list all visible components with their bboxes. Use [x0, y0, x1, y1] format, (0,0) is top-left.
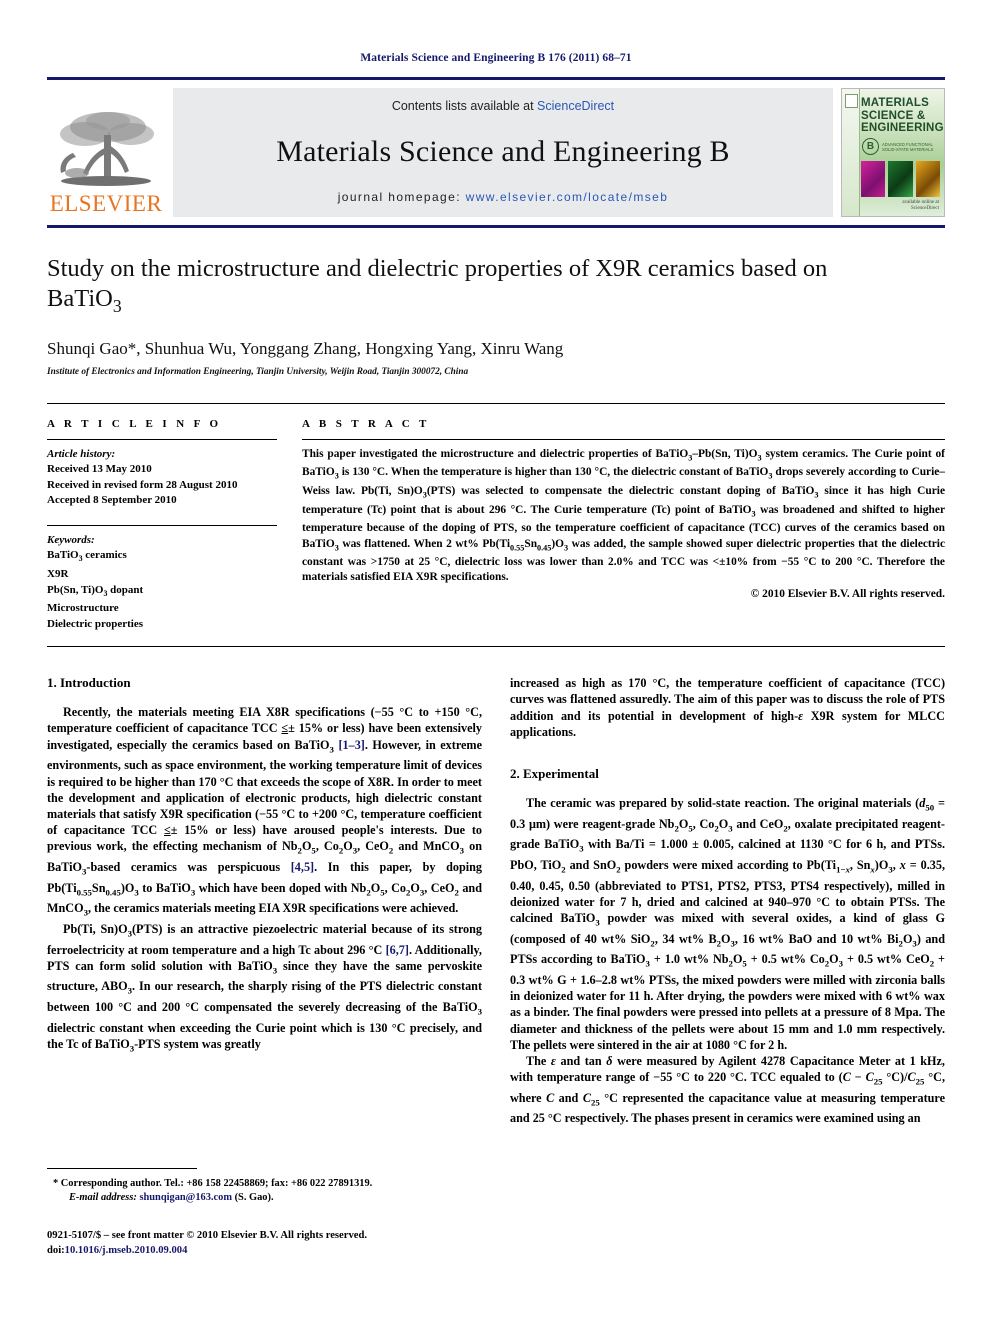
abstract-rule: [302, 438, 945, 440]
intro-paragraph-2: Pb(Ti, Sn)O3(PTS) is an attractive piezo…: [47, 921, 483, 1054]
elsevier-tree-icon: [60, 112, 154, 186]
article-title-line2: BaTiO: [47, 285, 113, 312]
contents-prefix: Contents lists available at: [391, 99, 538, 113]
journal-band: Contents lists available at ScienceDirec…: [173, 88, 833, 217]
abstract-column: A B S T R A C T This paper investigated …: [302, 418, 945, 632]
experimental-paragraph-2: The ε and tan δ were measured by Agilent…: [510, 1053, 946, 1126]
title-block: Study on the microstructure and dielectr…: [47, 228, 945, 377]
sciencedirect-link[interactable]: ScienceDirect: [537, 99, 614, 113]
experimental-paragraph-1: The ceramic was prepared by solid-state …: [510, 796, 946, 1052]
cover-series-subtitle: ADVANCED FUNCTIONAL SOLID-STATE MATERIAL…: [882, 142, 933, 152]
imprint-line: 0921-5107/$ – see front matter © 2010 El…: [47, 1230, 367, 1241]
keyword-item: X9R: [47, 568, 69, 581]
homepage-prefix: journal homepage:: [337, 190, 461, 204]
article-info-rule: [47, 438, 277, 440]
abstract-bottom-rule: [47, 646, 945, 648]
affiliation: Institute of Electronics and Information…: [47, 366, 469, 377]
cover-series-letter: B: [862, 138, 879, 155]
journal-homepage-line: journal homepage: www.elsevier.com/locat…: [338, 190, 669, 204]
journal-title: Materials Science and Engineering B: [276, 134, 730, 168]
journal-cover-thumbnail: MATERIALS SCIENCE & ENGINEERING B ADVANC…: [841, 88, 945, 217]
cover-badge-line1: ADVANCED FUNCTIONAL: [882, 141, 933, 147]
doi-line: doi:10.1016/j.mseb.2010.09.004: [47, 1244, 487, 1259]
cover-title-line1: MATERIALS: [861, 97, 930, 109]
email-link[interactable]: shunqigan@163.com: [139, 1192, 232, 1203]
cover-swatch-magenta: [861, 161, 886, 197]
cover-spine-mark: [845, 94, 858, 108]
section-heading-introduction: 1. Introduction: [47, 675, 131, 691]
intro-paragraph-2-continued: increased as high as 170 °C, the tempera…: [510, 676, 945, 739]
elsevier-wordmark: ELSEVIER: [49, 191, 163, 216]
intro-paragraph-1: Recently, the materials meeting EIA X8R …: [47, 705, 483, 918]
cover-foot-line2: ScienceDirect: [910, 206, 939, 211]
email-suffix: (S. Gao).: [231, 1192, 274, 1203]
keyword-item: Dielectric properties: [47, 617, 144, 630]
abstract-heading: A B S T R A C T: [302, 417, 430, 430]
keywords-title: Keywords:: [47, 533, 95, 546]
corresponding-author-note: * Corresponding author. Tel.: +86 158 22…: [53, 1178, 373, 1189]
contents-available-line: Contents lists available at ScienceDirec…: [392, 99, 614, 113]
keyword-item: Microstructure: [47, 602, 119, 615]
body-column-right: increased as high as 170 °C, the tempera…: [510, 675, 945, 1126]
paper-page: Materials Science and Engineering B 176 …: [0, 0, 992, 1323]
elsevier-logo: ELSEVIER: [47, 88, 165, 217]
article-history-item: Accepted 8 September 2010: [47, 494, 177, 507]
email-label: E-mail address:: [69, 1192, 137, 1203]
homepage-url[interactable]: www.elsevier.com/locate/mseb: [466, 190, 669, 204]
doi-label: doi:: [47, 1244, 65, 1256]
cover-swatch-gold: [915, 161, 940, 197]
article-body: 1. Introduction Recently, the materials …: [47, 675, 945, 1126]
abstract-copyright: © 2010 Elsevier B.V. All rights reserved…: [750, 587, 945, 600]
article-title-subscript: 3: [112, 295, 122, 316]
article-history-title: Article history:: [47, 447, 116, 460]
keywords-block: Keywords: BaTiO3 ceramics X9R Pb(Sn, Ti)…: [47, 533, 277, 632]
article-history-item: Received 13 May 2010: [47, 463, 152, 476]
doi-value[interactable]: 10.1016/j.mseb.2010.09.004: [65, 1245, 188, 1256]
email-note: E-mail address: shunqigan@163.com (S. Ga…: [47, 1191, 487, 1205]
cover-title: MATERIALS SCIENCE & ENGINEERING: [861, 97, 944, 135]
article-title-line1: Study on the microstructure and dielectr…: [47, 255, 828, 282]
cover-swatches: [861, 161, 940, 197]
journal-masthead: ELSEVIER Contents lists available at Sci…: [47, 77, 945, 217]
body-column-left: 1. Introduction Recently, the materials …: [47, 675, 482, 1126]
article-info-column: A R T I C L E I N F O Article history: R…: [47, 418, 302, 632]
cover-footer: available online at ScienceDirect: [902, 200, 939, 212]
cover-title-line2: SCIENCE &: [861, 109, 926, 122]
article-history-item: Received in revised form 28 August 2010: [47, 478, 238, 491]
page-title: Study on the microstructure and dielectr…: [47, 254, 945, 321]
cover-title-line3: ENGINEERING: [861, 122, 944, 134]
keyword-item: Pb(Sn, Ti)O3 dopant: [47, 583, 144, 598]
cover-spine: [842, 89, 860, 216]
keywords-rule: [47, 524, 277, 526]
info-abstract-block: A R T I C L E I N F O Article history: R…: [47, 402, 945, 632]
footnote-area: * Corresponding author. Tel.: +86 158 22…: [47, 1168, 487, 1258]
abstract-text: This paper investigated the microstructu…: [302, 447, 945, 584]
section-heading-experimental: 2. Experimental: [510, 766, 599, 782]
cover-badge-line2: SOLID-STATE MATERIALS: [882, 146, 934, 152]
running-head: Materials Science and Engineering B 176 …: [360, 52, 632, 64]
cover-series-badge: B ADVANCED FUNCTIONAL SOLID-STATE MATERI…: [862, 138, 933, 155]
article-info-heading: A R T I C L E I N F O: [47, 417, 222, 430]
author-list: Shunqi Gao*, Shunhua Wu, Yonggang Zhang,…: [47, 338, 564, 358]
cover-swatch-green: [888, 161, 913, 197]
imprint-block: 0921-5107/$ – see front matter © 2010 El…: [47, 1229, 487, 1258]
footnote-rule: [47, 1168, 197, 1169]
keyword-item: BaTiO3 ceramics: [47, 549, 127, 564]
